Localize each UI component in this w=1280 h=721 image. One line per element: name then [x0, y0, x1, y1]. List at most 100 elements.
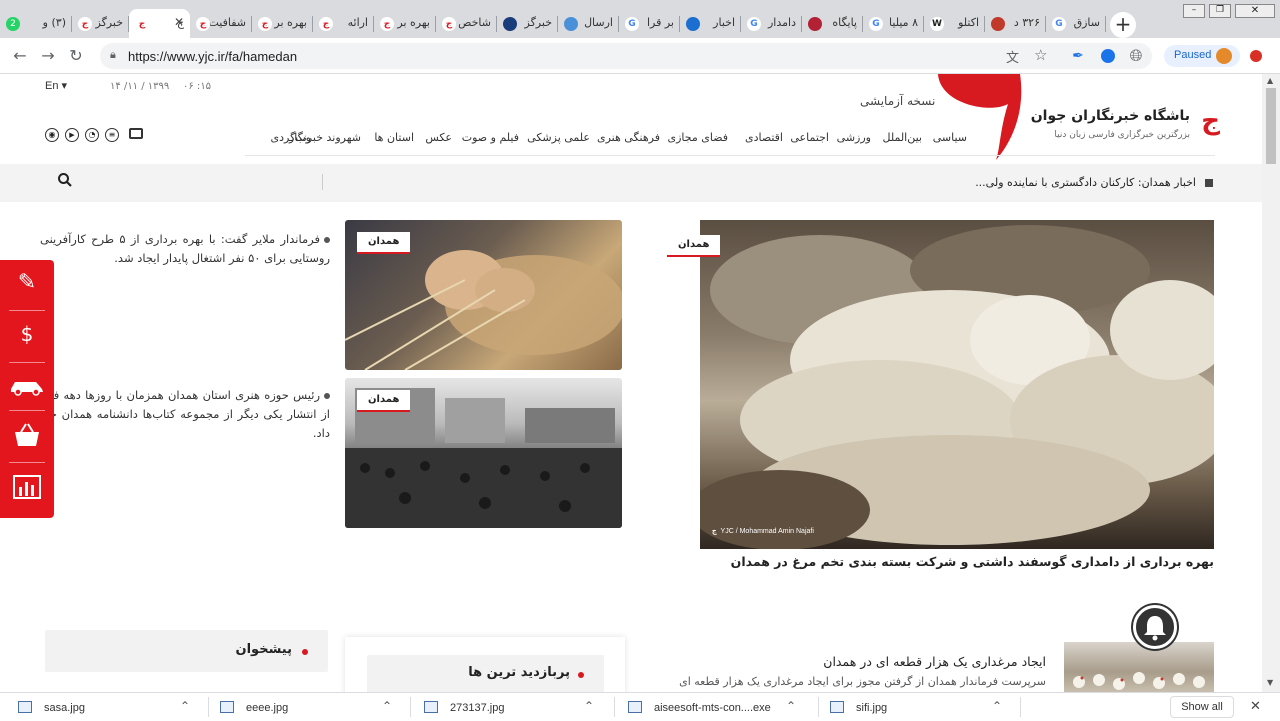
extension-blue-icon[interactable]	[1098, 46, 1118, 66]
chevron-up-icon[interactable]: ⌃	[382, 699, 392, 713]
chevron-up-icon[interactable]: ⌃	[992, 699, 1002, 713]
chevron-up-icon[interactable]: ⌃	[786, 699, 796, 713]
browser-tab[interactable]: ج شفافیت	[190, 9, 252, 38]
browser-tab[interactable]: ارسال	[558, 9, 619, 38]
star-icon[interactable]: ☆	[1034, 46, 1047, 64]
chevron-up-icon[interactable]: ⌃	[584, 699, 594, 713]
browser-tab[interactable]: ۳۲۶ د	[985, 9, 1046, 38]
image-file-icon	[424, 701, 438, 713]
money-bag-icon[interactable]: $	[12, 322, 42, 352]
main-story-tag[interactable]: همدان	[667, 235, 721, 257]
address-bar[interactable]: 🔒︎ https://www.yjc.ir/fa/hamedan 文 ☆	[100, 43, 1152, 69]
browser-tab[interactable]: ج ج ✕	[129, 9, 190, 38]
download-item[interactable]: sasa.jpg ⌃	[18, 693, 209, 721]
nav-item[interactable]: علمی پزشکی	[527, 131, 590, 144]
new-tab-button[interactable]: +	[1110, 12, 1136, 38]
tv-icon[interactable]	[129, 128, 143, 139]
browser-tab[interactable]: ج بهره بر	[252, 9, 313, 38]
download-item[interactable]: aiseesoft-mts-con....exe ⌃	[628, 693, 819, 721]
downloads-bar: sasa.jpg ⌃ eeee.jpg ⌃ 273137.jpg ⌃ aiseesoft-m…	[0, 692, 1280, 720]
nav-item[interactable]: فرهنگی هنری	[597, 131, 660, 144]
main-story-headline[interactable]: بهره برداری از دامداری گوسفند داشتی و شر…	[700, 554, 1214, 569]
download-item[interactable]: eeee.jpg ⌃	[220, 693, 411, 721]
lang-switch[interactable]: En ▾	[45, 79, 67, 92]
browser-tab-strip: 2 (۳) و ج خبرگز ج ج ✕ ج شفافیت ج بهره بر ج ارائه ج بهر…	[0, 0, 1280, 38]
car-icon[interactable]	[8, 376, 46, 396]
side-story-2-tag[interactable]: همدان	[357, 390, 411, 412]
page-scrollbar[interactable]: ▲ ▼	[1262, 74, 1280, 692]
browser-tab[interactable]: ج شاخص	[436, 9, 497, 38]
nav-item[interactable]: بین‌الملل	[883, 131, 923, 144]
site-logo[interactable]: باشگاه خبرنگاران جوان بزرگترین خبرگزاری …	[1030, 104, 1220, 154]
nav-item[interactable]: اقتصادی	[745, 131, 783, 144]
download-item[interactable]: 273137.jpg ⌃	[424, 693, 615, 721]
ticker-text[interactable]: اخبار همدان: کارکنان دادگستری با نماینده…	[975, 176, 1196, 189]
stats-chart-icon[interactable]	[12, 474, 42, 502]
close-window-icon[interactable]: ✕	[1235, 4, 1275, 18]
extension-feather-icon[interactable]: ✒	[1068, 46, 1088, 66]
browser-tab[interactable]: ج ارائه	[313, 9, 374, 38]
nav-item[interactable]: فیلم و صوت	[462, 131, 519, 144]
browser-tab[interactable]: پایگاه	[802, 9, 863, 38]
close-tab-icon[interactable]: ✕	[174, 15, 184, 29]
chevron-up-icon[interactable]: ⌃	[180, 699, 190, 713]
lock-icon[interactable]: 🔒︎	[110, 48, 116, 62]
browser-tab[interactable]: ج بهره بر	[374, 9, 436, 38]
download-filename: eeee.jpg	[246, 702, 289, 714]
list-story-title[interactable]: ایجاد مرغداری یک هزار قطعه ای در همدان	[823, 654, 1046, 669]
nav-item[interactable]: استان ها	[374, 131, 414, 144]
nav-item[interactable]: سیاسی	[933, 131, 967, 144]
extension-globe-icon[interactable]: 🌐︎	[1126, 46, 1146, 66]
scrollbar-thumb[interactable]	[1266, 88, 1276, 164]
browser-tab[interactable]: G بر قرا	[619, 9, 680, 38]
forward-icon[interactable]: →	[38, 46, 58, 66]
browser-tab[interactable]: W اکتلو	[924, 9, 985, 38]
side-story-1-tag[interactable]: همدان	[357, 232, 411, 254]
search-icon[interactable]	[57, 172, 73, 188]
scroll-down-icon[interactable]: ▼	[1267, 678, 1273, 687]
browser-tab[interactable]: G ۸ میلیا	[863, 9, 924, 38]
browser-tab[interactable]: اخبار	[680, 9, 741, 38]
chart-icon[interactable]: ◔	[85, 128, 99, 142]
side-story-2-text[interactable]: رئیس حوزه هنری استان همدان همزمان با روز…	[40, 386, 330, 443]
profile-button[interactable]: Paused	[1164, 45, 1240, 67]
back-icon[interactable]: ←	[10, 46, 30, 66]
microphone-icon[interactable]: ✎	[12, 270, 42, 300]
download-separator	[208, 697, 209, 717]
browser-tab[interactable]: G دامدار	[741, 9, 802, 38]
download-separator	[818, 697, 819, 717]
side-story-1-text[interactable]: فرماندار ملایر گفت: با بهره برداری از ۵ …	[40, 230, 330, 268]
browser-tab[interactable]: ج خبرگز	[72, 9, 129, 38]
nav-item[interactable]: اجتماعی	[790, 131, 829, 144]
url-text[interactable]: https://www.yjc.ir/fa/hamedan	[128, 49, 297, 64]
ticker-divider	[322, 174, 323, 190]
reload-icon[interactable]: ↻	[66, 46, 86, 66]
close-downloads-icon[interactable]: ✕	[1250, 699, 1261, 714]
scroll-up-icon[interactable]: ▲	[1267, 76, 1273, 85]
show-all-button[interactable]: Show all	[1170, 696, 1234, 718]
list-story-thumb[interactable]	[1064, 642, 1214, 692]
browser-tab[interactable]: 2 (۳) و	[0, 9, 72, 38]
nav-item[interactable]: وب‌گردی	[271, 131, 311, 144]
minimize-icon[interactable]: –	[1183, 4, 1205, 18]
menu-circle-icon[interactable]: ≡	[105, 128, 119, 142]
browser-tab[interactable]: خبرگز	[497, 9, 558, 38]
news-icon	[991, 17, 1005, 31]
translate-icon[interactable]: 文	[1006, 47, 1019, 66]
nav-item[interactable]: فضای مجازی	[667, 131, 728, 144]
browser-tab[interactable]: G سازق	[1046, 9, 1106, 38]
nav-item[interactable]: عکس	[425, 131, 452, 144]
basket-icon[interactable]	[12, 422, 42, 452]
download-item[interactable]: sifi.jpg ⌃	[830, 693, 1021, 721]
play-icon[interactable]: ▶	[65, 128, 79, 142]
main-story-image[interactable]: ج YJC / Mohammad Amin Najafi	[700, 220, 1214, 549]
restore-icon[interactable]: ❐	[1209, 4, 1231, 18]
extension-red-icon[interactable]	[1246, 46, 1266, 66]
tab-label: (۳) و	[42, 16, 66, 29]
lang-label: En	[45, 80, 59, 92]
tab-label: ارسال	[584, 16, 613, 29]
tab-label: بر قرا	[646, 16, 674, 29]
podcast-icon[interactable]: ◉	[45, 128, 59, 142]
notification-bell-button[interactable]	[1133, 605, 1177, 649]
nav-item[interactable]: ورزشی	[837, 131, 871, 144]
